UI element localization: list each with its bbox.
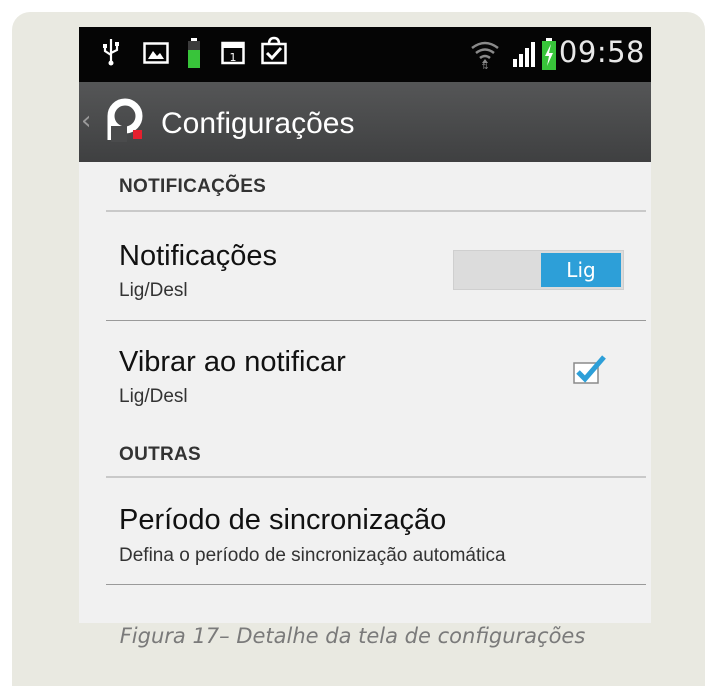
- section-divider: [106, 210, 646, 212]
- vibrate-checkbox[interactable]: [573, 355, 607, 385]
- signal-icon: [513, 42, 535, 67]
- action-bar: ‹ Configurações: [79, 82, 651, 162]
- screen-title: Configurações: [161, 107, 355, 140]
- section-header-notificacoes: NOTIFICAÇÕES: [119, 176, 267, 197]
- clock: 09:58: [558, 35, 645, 69]
- section-header-outras: OUTRAS: [119, 444, 202, 465]
- app-logo-icon[interactable]: [103, 92, 151, 150]
- up-navigation-icon[interactable]: ‹: [81, 106, 91, 136]
- calendar-icon: 1: [221, 41, 245, 65]
- pref-title: Período de sincronização: [119, 504, 447, 536]
- phone-screen: 1 ⇅ 09:58 ‹ Configurações NOTIFICAÇÕES N…: [79, 27, 651, 623]
- item-divider: [106, 320, 646, 321]
- pref-summary: Defina o período de sincronização automá…: [119, 545, 506, 566]
- image-icon: [143, 42, 169, 64]
- battery-charging-icon: [542, 38, 556, 70]
- toggle-on-label: Lig: [541, 253, 621, 287]
- pref-title: Notificações: [119, 240, 277, 272]
- pref-title: Vibrar ao notificar: [119, 346, 346, 378]
- item-divider: [106, 584, 646, 585]
- figure-caption: Figura 17– Detalhe da tela de configuraç…: [119, 624, 586, 648]
- pref-summary: Lig/Desl: [119, 386, 188, 407]
- notifications-toggle[interactable]: Lig: [453, 250, 624, 290]
- shopping-bag-check-icon: [261, 36, 287, 65]
- svg-text:⇅: ⇅: [482, 62, 489, 69]
- calendar-day: 1: [230, 51, 237, 64]
- figure-frame: 1 ⇅ 09:58 ‹ Configurações NOTIFICAÇÕES N…: [12, 12, 705, 686]
- battery-low-icon: [188, 38, 200, 68]
- section-divider: [106, 476, 646, 478]
- wifi-icon: ⇅: [471, 41, 499, 69]
- status-bar: 1 ⇅ 09:58: [79, 27, 651, 82]
- usb-icon: [103, 39, 119, 66]
- pref-summary: Lig/Desl: [119, 280, 188, 301]
